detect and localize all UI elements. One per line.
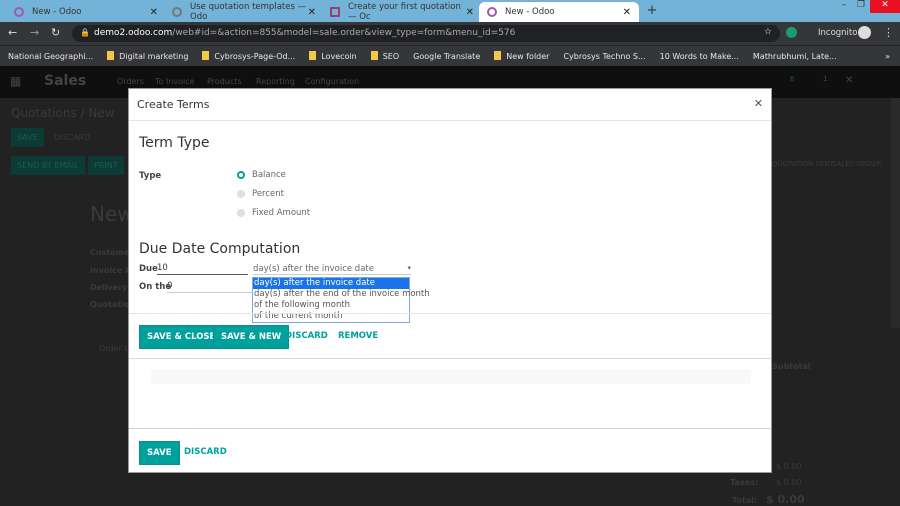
page-icon: [330, 7, 340, 17]
bookmark[interactable]: National Geographi...: [8, 52, 93, 61]
radio-balance[interactable]: Balance: [237, 170, 286, 180]
bg-save-button: SAVE: [11, 128, 44, 147]
bookmarks-bar: National Geographi... Digital marketing …: [0, 45, 900, 66]
breadcrumb: Quotations / New: [11, 106, 115, 120]
radio-percent[interactable]: Percent: [237, 189, 284, 199]
close-tab-icon[interactable]: ✕: [150, 7, 158, 18]
due-label: Due: [139, 264, 158, 274]
new-tab-button[interactable]: +: [643, 3, 661, 18]
bookmark[interactable]: Mathrubhumi, Late...: [753, 52, 837, 61]
save-close-button[interactable]: SAVE & CLOSE: [139, 325, 224, 349]
address-bar: ← → ↻ 🔒 demo2.odoo.com/web#id=&action=855…: [0, 22, 900, 45]
restore-button[interactable]: ❐: [852, 0, 870, 14]
due-option-select[interactable]: day(s) after the invoice date: [253, 264, 411, 275]
activity-badge[interactable]: 6: [790, 75, 794, 83]
status-sales-order: SALES ORDER: [832, 160, 882, 168]
browser-tab[interactable]: Use quotation templates — Odo ✕: [164, 2, 324, 22]
term-type-heading: Term Type: [139, 135, 210, 151]
bg-discard-button: DISCARD: [54, 133, 91, 142]
scrollbar[interactable]: [891, 98, 900, 328]
taxes-amount: $ 0.00: [776, 478, 802, 487]
dropdown-option[interactable]: day(s) after the end of the invoice mont…: [253, 289, 430, 300]
back-icon[interactable]: ←: [8, 26, 17, 39]
bg-send-email-button: SEND BY EMAIL: [11, 156, 85, 175]
close-icon[interactable]: ✕: [754, 97, 763, 110]
bookmark[interactable]: Cybrosys Techno S...: [563, 52, 645, 61]
close-tab-icon[interactable]: ✕: [623, 7, 631, 18]
extension-icon[interactable]: [786, 27, 797, 38]
save-new-button[interactable]: SAVE & NEW: [213, 325, 290, 349]
divider: [129, 313, 771, 314]
star-icon[interactable]: ☆: [764, 27, 772, 37]
due-option-dropdown: day(s) after the invoice date day(s) aft…: [252, 277, 430, 323]
divider: [129, 428, 771, 429]
create-terms-dialog: Create Terms ✕ Term Type Type Balance Per…: [128, 88, 772, 473]
close-window-button[interactable]: ✕: [870, 0, 900, 13]
taxes-label: Taxes:: [730, 478, 759, 487]
apps-icon[interactable]: ▦: [10, 74, 21, 88]
debug-icon[interactable]: ✕: [845, 75, 853, 86]
menu-products[interactable]: Products: [207, 77, 242, 86]
odoo-icon: [14, 7, 24, 17]
remove-button[interactable]: REMOVE: [338, 331, 378, 341]
field-label: Customer: [90, 248, 134, 257]
url-input[interactable]: 🔒 demo2.odoo.com/web#id=&action=855&model…: [72, 25, 780, 42]
menu-icon[interactable]: ⋮: [883, 26, 894, 39]
dropdown-option[interactable]: of the following month: [253, 300, 409, 311]
menu-to-invoice[interactable]: To Invoice: [155, 77, 195, 86]
menu-configuration[interactable]: Configuration: [305, 77, 359, 86]
globe-icon: [172, 7, 182, 17]
more-bookmarks-icon[interactable]: »: [885, 52, 890, 61]
outer-discard-button[interactable]: DISCARD: [184, 447, 227, 457]
menu-orders[interactable]: Orders: [117, 77, 144, 86]
status-quotation-sent: QUOTATION SENT: [772, 160, 834, 168]
incognito-label: Incognito: [818, 28, 858, 38]
browser-tab-active[interactable]: New - Odoo ✕: [479, 2, 639, 22]
bookmark[interactable]: New folder: [494, 51, 549, 61]
bookmark[interactable]: 10 Words to Make...: [660, 52, 739, 61]
subtotal-header: Subtotal: [772, 362, 811, 371]
radio-fixed-amount[interactable]: Fixed Amount: [237, 208, 310, 218]
due-days-input[interactable]: 10: [157, 263, 248, 275]
total-label: Total:: [732, 496, 758, 505]
on-the-input[interactable]: 0: [167, 281, 252, 293]
browser-tab-bar: New - Odoo ✕ Use quotation templates — Od…: [0, 0, 900, 22]
bookmark[interactable]: Cybrosys-Page-Od...: [202, 51, 295, 61]
app-name: Sales: [44, 73, 87, 89]
due-date-heading: Due Date Computation: [139, 241, 301, 257]
untaxed-amount: $ 0.00: [776, 462, 802, 471]
outer-save-button[interactable]: SAVE: [139, 441, 180, 465]
browser-tab[interactable]: Create your first quotation — Oc ✕: [322, 2, 482, 22]
menu-reporting[interactable]: Reporting: [256, 77, 295, 86]
divider: [129, 358, 771, 359]
odoo-icon: [487, 7, 497, 17]
total-amount: $ 0.00: [766, 493, 805, 506]
close-tab-icon[interactable]: ✕: [308, 7, 316, 18]
reload-icon[interactable]: ↻: [51, 26, 60, 39]
close-tab-icon[interactable]: ✕: [466, 7, 474, 18]
dialog-title: Create Terms: [137, 98, 210, 111]
incognito-icon[interactable]: [858, 26, 871, 39]
bookmark[interactable]: Lovecoin: [309, 51, 356, 61]
message-badge[interactable]: 1: [823, 75, 827, 83]
forward-icon[interactable]: →: [30, 26, 39, 39]
placeholder-row: [151, 369, 751, 384]
bookmark[interactable]: SEO: [371, 51, 399, 61]
bookmark[interactable]: Google Translate: [413, 52, 480, 61]
bookmark[interactable]: Digital marketing: [107, 51, 188, 61]
discard-button[interactable]: DISCARD: [285, 331, 328, 341]
bg-print-button: PRINT: [88, 156, 124, 175]
minimize-button[interactable]: –: [835, 0, 853, 14]
browser-tab[interactable]: New - Odoo ✕: [6, 2, 166, 22]
type-label: Type: [139, 171, 162, 181]
lock-icon: 🔒: [80, 28, 90, 37]
dropdown-option[interactable]: day(s) after the invoice date: [253, 278, 409, 289]
